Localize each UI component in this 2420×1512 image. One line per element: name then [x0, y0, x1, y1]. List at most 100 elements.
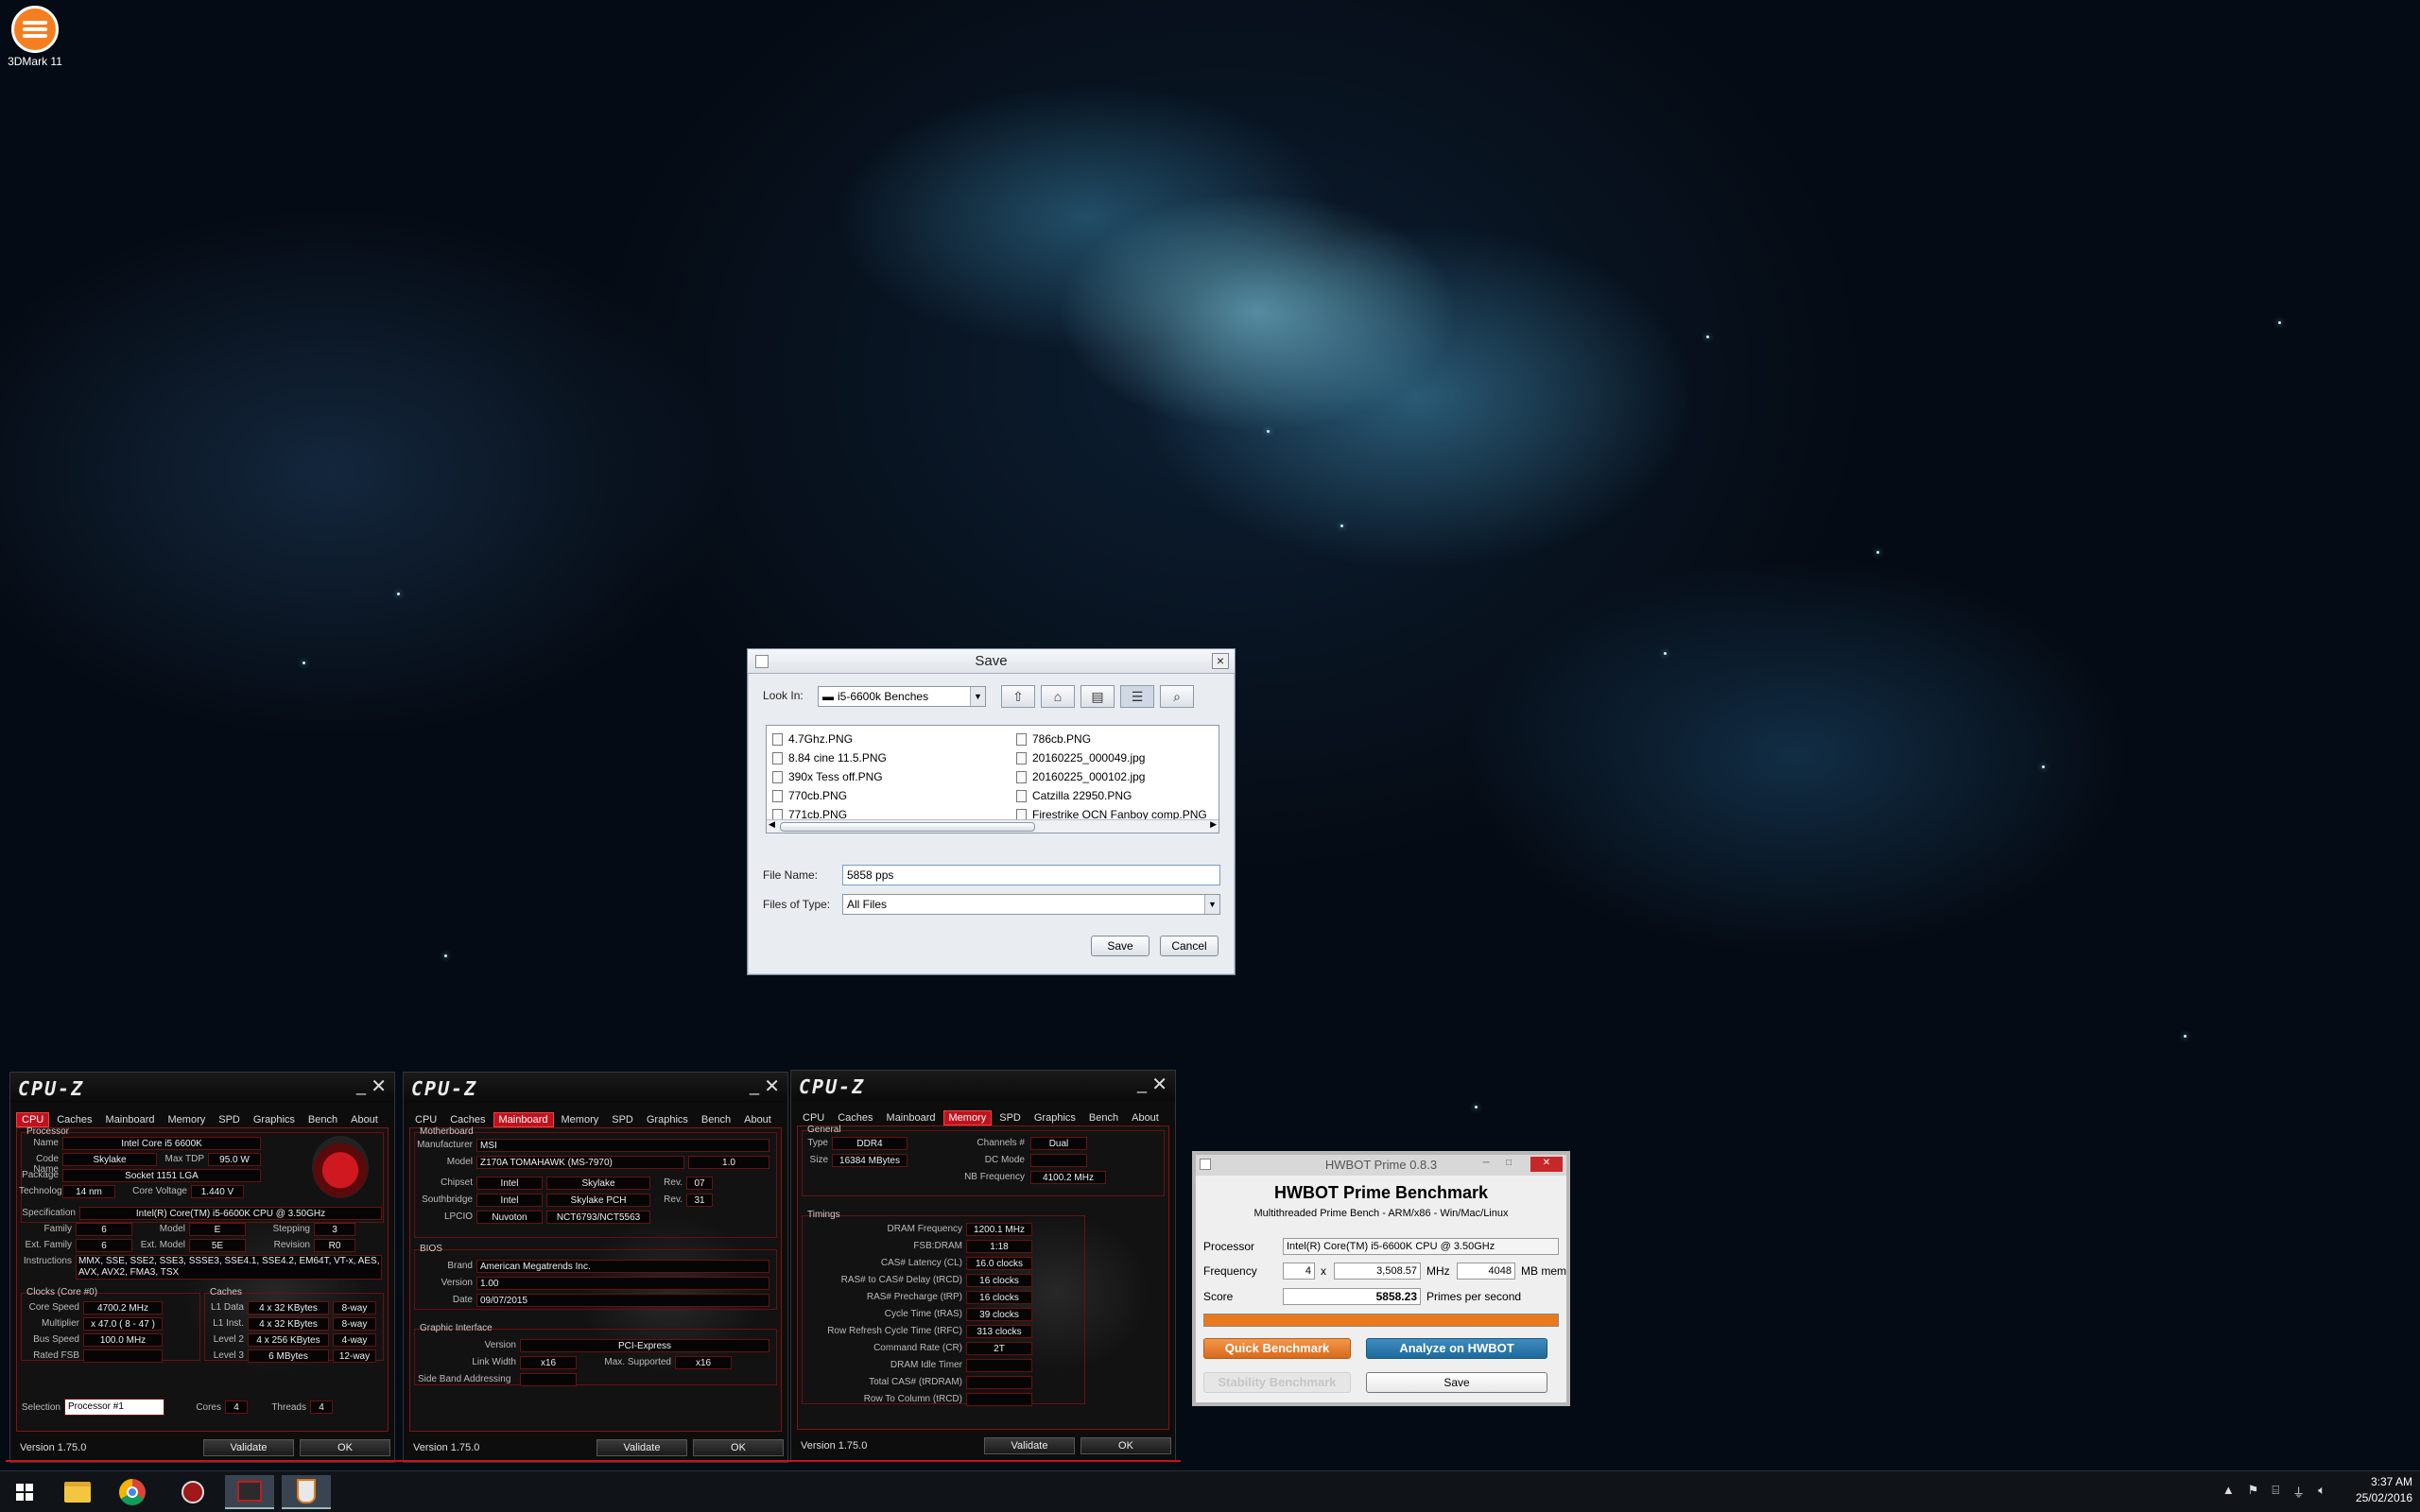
volume-icon[interactable]: 🔈︎	[2318, 1483, 2325, 1501]
timing-value	[966, 1359, 1032, 1372]
tab-caches[interactable]: Caches	[444, 1112, 491, 1127]
taskbar-cpuz[interactable]	[225, 1475, 274, 1509]
cancel-button[interactable]: Cancel	[1160, 936, 1219, 956]
file-list[interactable]: 4.7Ghz.PNG 8.84 cine 11.5.PNG 390x Tess of…	[766, 725, 1219, 833]
tab-cpu[interactable]: CPU	[797, 1110, 830, 1125]
scroll-thumb[interactable]	[780, 822, 1035, 832]
file-icon	[1016, 770, 1027, 783]
analyze-on-hwbot-button[interactable]: Analyze on HWBOT	[1366, 1338, 1547, 1359]
tab-memory[interactable]: Memory	[556, 1112, 605, 1127]
file-type-select[interactable]: All Files ▼	[842, 894, 1220, 915]
minimize-button[interactable]: _	[1137, 1074, 1147, 1094]
maximize-button[interactable]: □	[1498, 1157, 1519, 1172]
horizontal-scrollbar[interactable]: ◀ ▶	[767, 819, 1219, 833]
close-button[interactable]: ✕	[764, 1074, 780, 1098]
tab-about[interactable]: About	[345, 1112, 384, 1127]
tab-bench[interactable]: Bench	[302, 1112, 343, 1127]
file-name-label: File Name:	[763, 868, 819, 882]
taskbar-java[interactable]	[282, 1475, 331, 1509]
tab-cpu[interactable]: CPU	[409, 1112, 442, 1127]
file-item[interactable]: 20160225_000049.jpg	[1012, 748, 1207, 767]
flag-icon[interactable]: ⚑	[2248, 1483, 2259, 1501]
file-item[interactable]: 390x Tess off.PNG	[769, 767, 887, 786]
tab-spd[interactable]: SPD	[994, 1110, 1027, 1125]
ok-button[interactable]: OK	[1080, 1437, 1171, 1454]
taskbar-app-red[interactable]	[168, 1475, 217, 1509]
l1d-value: 4 x 32 KBytes	[248, 1301, 329, 1314]
tab-mainboard[interactable]: Mainboard	[493, 1112, 554, 1127]
tab-mainboard[interactable]: Mainboard	[881, 1110, 942, 1125]
bios-date-label: Date	[452, 1295, 473, 1305]
l3-value: 6 MBytes	[248, 1349, 329, 1363]
tab-graphics[interactable]: Graphics	[641, 1112, 694, 1127]
home-button[interactable]: ⌂	[1041, 685, 1075, 708]
tab-spd[interactable]: SPD	[213, 1112, 246, 1127]
list-view-button[interactable]: ☰	[1120, 685, 1154, 708]
timing-label: Row To Column (tRCD)	[863, 1394, 962, 1404]
hwbot-save-button[interactable]: Save	[1366, 1372, 1547, 1393]
quick-benchmark-button[interactable]: Quick Benchmark	[1203, 1338, 1351, 1359]
look-in-select[interactable]: ▬ i5-6600k Benches ▼	[818, 686, 986, 707]
ok-button[interactable]: OK	[693, 1439, 784, 1456]
close-button[interactable]: ✕	[371, 1074, 387, 1098]
core-speed-label: Core Speed	[28, 1302, 79, 1313]
3dmark-icon	[11, 6, 59, 53]
app-icon	[182, 1481, 204, 1503]
details-view-button[interactable]: ⌕	[1160, 685, 1194, 708]
tab-about[interactable]: About	[1126, 1110, 1165, 1125]
minimize-button[interactable]: _	[356, 1076, 366, 1096]
clock-date: 25/02/2016	[2355, 1491, 2412, 1504]
usb-icon[interactable]: ⏚	[2292, 1483, 2305, 1501]
up-folder-button[interactable]: ⇧	[1001, 685, 1035, 708]
ok-button[interactable]: OK	[300, 1439, 390, 1456]
tab-spd[interactable]: SPD	[606, 1112, 639, 1127]
tab-caches[interactable]: Caches	[51, 1112, 97, 1127]
start-button[interactable]	[0, 1475, 49, 1509]
tab-about[interactable]: About	[738, 1112, 777, 1127]
file-item[interactable]: Catzilla 22950.PNG	[1012, 786, 1207, 805]
tab-graphics[interactable]: Graphics	[248, 1112, 301, 1127]
taskbar-file-explorer[interactable]	[53, 1475, 102, 1509]
validate-button[interactable]: Validate	[203, 1439, 294, 1456]
lpcio-vendor: Nuvoton	[476, 1211, 543, 1224]
scroll-left-icon[interactable]: ◀	[769, 819, 775, 830]
desktop-icon-3dmark[interactable]: 3DMark 11	[6, 6, 64, 68]
file-name-input[interactable]: 5858 pps	[842, 865, 1220, 885]
clock-time: 3:37 AM	[2370, 1475, 2412, 1488]
tab-cpu[interactable]: CPU	[16, 1112, 50, 1127]
selection-select[interactable]: Processor #1	[64, 1399, 164, 1416]
timing-value: 39 clocks	[966, 1308, 1032, 1321]
side-band-label: Side Band Addressing	[418, 1374, 511, 1384]
tab-graphics[interactable]: Graphics	[1028, 1110, 1081, 1125]
name-label: Name	[33, 1138, 59, 1148]
file-item[interactable]: 786cb.PNG	[1012, 730, 1207, 748]
close-button[interactable]: ✕	[1530, 1157, 1563, 1172]
scroll-right-icon[interactable]: ▶	[1210, 819, 1217, 830]
close-button[interactable]: ✕	[1151, 1073, 1167, 1096]
file-item[interactable]: 20160225_000102.jpg	[1012, 767, 1207, 786]
new-folder-button[interactable]: ▤	[1080, 685, 1115, 708]
timing-label: Command Rate (CR)	[873, 1343, 962, 1353]
tab-bench[interactable]: Bench	[1083, 1110, 1124, 1125]
validate-button[interactable]: Validate	[596, 1439, 687, 1456]
file-name: 786cb.PNG	[1032, 732, 1092, 746]
clock[interactable]: 3:37 AM 25/02/2016	[2356, 1474, 2412, 1506]
minimize-button[interactable]: ─	[1476, 1157, 1496, 1172]
tab-bench[interactable]: Bench	[696, 1112, 736, 1127]
save-button[interactable]: Save	[1091, 936, 1150, 956]
timing-label: DRAM Idle Timer	[890, 1360, 962, 1370]
minimize-button[interactable]: _	[750, 1076, 759, 1096]
tab-memory[interactable]: Memory	[942, 1110, 993, 1125]
network-icon[interactable]: ⌸	[2272, 1483, 2279, 1501]
file-item[interactable]: 8.84 cine 11.5.PNG	[769, 748, 887, 767]
chevron-up-icon[interactable]: ▲	[2222, 1483, 2235, 1501]
validate-button[interactable]: Validate	[984, 1437, 1075, 1454]
tab-mainboard[interactable]: Mainboard	[100, 1112, 161, 1127]
taskbar-chrome[interactable]	[108, 1475, 157, 1509]
close-button[interactable]: ×	[1212, 653, 1229, 669]
file-item[interactable]: 4.7Ghz.PNG	[769, 730, 887, 748]
file-item[interactable]: 770cb.PNG	[769, 786, 887, 805]
tab-caches[interactable]: Caches	[832, 1110, 878, 1125]
file-name: 4.7Ghz.PNG	[788, 732, 854, 746]
tab-memory[interactable]: Memory	[163, 1112, 212, 1127]
